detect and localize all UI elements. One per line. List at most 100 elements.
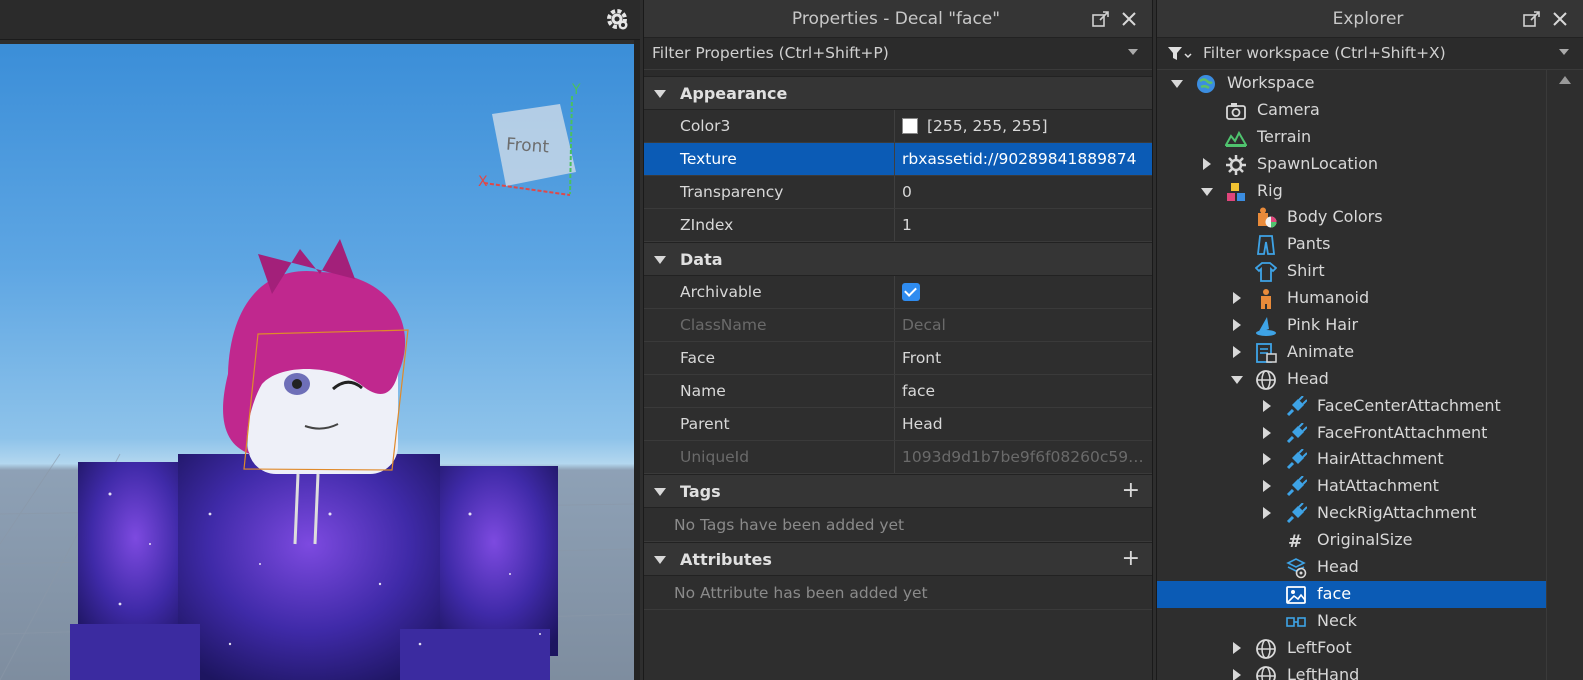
tree-item-camera[interactable]: Camera bbox=[1157, 97, 1546, 124]
color3-value-text: [255, 255, 255] bbox=[927, 117, 1048, 135]
property-row-texture[interactable]: Texture rbxassetid://90289841889874 bbox=[644, 143, 1152, 176]
tree-item-neckrigattachment[interactable]: NeckRigAttachment bbox=[1157, 500, 1546, 527]
property-row-archivable[interactable]: Archivable bbox=[644, 276, 1152, 309]
tree-item-spawnlocation[interactable]: SpawnLocation bbox=[1157, 151, 1546, 178]
body-colors-icon bbox=[1255, 207, 1277, 229]
property-name: Texture bbox=[680, 150, 737, 168]
properties-filter[interactable]: Filter Properties (Ctrl+Shift+P) bbox=[644, 38, 1152, 70]
3d-viewport[interactable]: Front X Y bbox=[0, 0, 640, 680]
chevron-down-icon[interactable] bbox=[1559, 49, 1569, 55]
tree-item-hatattachment[interactable]: HatAttachment bbox=[1157, 473, 1546, 500]
section-data[interactable]: Data bbox=[644, 242, 1152, 276]
tree-item-head[interactable]: Head bbox=[1157, 554, 1546, 581]
tree-item-hairattachment[interactable]: HairAttachment bbox=[1157, 446, 1546, 473]
undock-icon[interactable] bbox=[1092, 10, 1110, 28]
close-icon[interactable] bbox=[1120, 10, 1138, 28]
explorer-filter[interactable]: Filter workspace (Ctrl+Shift+X) bbox=[1157, 38, 1583, 70]
undock-icon[interactable] bbox=[1523, 10, 1541, 28]
property-value[interactable]: Front bbox=[902, 342, 1144, 375]
properties-panel: Properties - Decal "face" Filter Propert… bbox=[643, 0, 1153, 680]
tree-item-terrain[interactable]: Terrain bbox=[1157, 124, 1546, 151]
viewport-splitter[interactable] bbox=[634, 40, 640, 680]
attachment-icon bbox=[1285, 475, 1308, 498]
tree-item-workspace[interactable]: Workspace bbox=[1157, 70, 1546, 97]
expand-arrow-icon[interactable] bbox=[1261, 446, 1275, 472]
tree-item-label: Pants bbox=[1287, 234, 1331, 254]
property-row-name[interactable]: Name face bbox=[644, 375, 1152, 408]
tree-item-humanoid[interactable]: Humanoid bbox=[1157, 285, 1546, 312]
collapse-triangle-icon[interactable] bbox=[654, 256, 666, 264]
tree-item-leftfoot[interactable]: LeftFoot bbox=[1157, 635, 1546, 662]
property-value[interactable]: Head bbox=[902, 408, 1144, 441]
tree-item-pink-hair[interactable]: Pink Hair bbox=[1157, 312, 1546, 339]
property-name: Name bbox=[680, 382, 726, 400]
tree-item-pants[interactable]: Pants bbox=[1157, 231, 1546, 258]
explorer-filter-input[interactable]: Filter workspace (Ctrl+Shift+X) bbox=[1203, 38, 1446, 68]
viewport-scene[interactable]: Front X Y bbox=[0, 44, 634, 680]
attachment-icon bbox=[1285, 394, 1308, 418]
property-name: Face bbox=[680, 349, 716, 367]
section-tags[interactable]: Tags + bbox=[644, 474, 1152, 508]
tree-item-label: Animate bbox=[1287, 341, 1355, 361]
color-swatch[interactable] bbox=[902, 118, 918, 134]
svg-text:#: # bbox=[1288, 532, 1302, 552]
expand-arrow-icon[interactable] bbox=[1231, 662, 1245, 680]
tree-item-body-colors[interactable]: Body Colors bbox=[1157, 204, 1546, 231]
gear-icon[interactable] bbox=[604, 6, 630, 32]
chevron-down-icon[interactable] bbox=[1128, 49, 1138, 55]
add-tag-icon[interactable]: + bbox=[1122, 479, 1140, 503]
expand-arrow-icon[interactable] bbox=[1261, 473, 1275, 499]
close-icon[interactable] bbox=[1551, 10, 1569, 28]
explorer-scrollbar[interactable] bbox=[1546, 70, 1583, 680]
collapse-arrow-icon[interactable] bbox=[1171, 70, 1185, 96]
mesh-part-icon bbox=[1255, 638, 1277, 660]
collapse-arrow-icon[interactable] bbox=[1201, 178, 1215, 204]
expand-arrow-icon[interactable] bbox=[1231, 312, 1245, 338]
expand-arrow-icon[interactable] bbox=[1261, 420, 1275, 446]
filter-icon[interactable] bbox=[1167, 46, 1193, 62]
tree-item-originalsize[interactable]: # OriginalSize bbox=[1157, 527, 1546, 554]
section-appearance[interactable]: Appearance bbox=[644, 76, 1152, 110]
tree-item-rig[interactable]: Rig bbox=[1157, 178, 1546, 205]
collapse-arrow-icon[interactable] bbox=[1231, 366, 1245, 392]
property-row-transparency[interactable]: Transparency 0 bbox=[644, 176, 1152, 209]
properties-filter-input[interactable]: Filter Properties (Ctrl+Shift+P) bbox=[652, 38, 889, 68]
tree-item-animate[interactable]: Animate bbox=[1157, 339, 1546, 366]
tree-item-neck[interactable]: Neck bbox=[1157, 608, 1546, 635]
property-value[interactable]: 0 bbox=[902, 176, 1144, 209]
property-value[interactable] bbox=[902, 276, 1144, 309]
add-attribute-icon[interactable]: + bbox=[1122, 547, 1140, 571]
tree-item-shirt[interactable]: Shirt bbox=[1157, 258, 1546, 285]
scroll-up-icon[interactable] bbox=[1559, 76, 1571, 84]
expand-arrow-icon[interactable] bbox=[1231, 339, 1245, 365]
collapse-triangle-icon[interactable] bbox=[654, 488, 666, 496]
explorer-title-bar: Explorer bbox=[1157, 0, 1583, 38]
tree-item-lefthand[interactable]: LeftHand bbox=[1157, 662, 1546, 680]
collapse-triangle-icon[interactable] bbox=[654, 90, 666, 98]
property-row-color3[interactable]: Color3 [255, 255, 255] bbox=[644, 110, 1152, 143]
tree-item-facefrontattachment[interactable]: FaceFrontAttachment bbox=[1157, 420, 1546, 447]
property-row-parent[interactable]: Parent Head bbox=[644, 408, 1152, 441]
expand-arrow-icon[interactable] bbox=[1201, 151, 1215, 177]
tree-item-face[interactable]: face bbox=[1157, 580, 1546, 608]
property-value[interactable]: rbxassetid://90289841889874 bbox=[902, 143, 1144, 176]
tree-item-label: Terrain bbox=[1257, 126, 1312, 146]
collapse-triangle-icon[interactable] bbox=[654, 556, 666, 564]
property-name: ZIndex bbox=[680, 216, 734, 234]
tree-item-label: Shirt bbox=[1287, 261, 1325, 281]
property-name: UniqueId bbox=[680, 448, 750, 466]
expand-arrow-icon[interactable] bbox=[1231, 635, 1245, 661]
property-value[interactable]: [255, 255, 255] bbox=[902, 110, 1144, 143]
section-attributes[interactable]: Attributes + bbox=[644, 542, 1152, 576]
property-row-face[interactable]: Face Front bbox=[644, 342, 1152, 375]
expand-arrow-icon[interactable] bbox=[1261, 500, 1275, 526]
archivable-checkbox[interactable] bbox=[902, 283, 920, 301]
expand-arrow-icon[interactable] bbox=[1261, 393, 1275, 419]
tree-item-facecenterattachment[interactable]: FaceCenterAttachment bbox=[1157, 393, 1546, 420]
expand-arrow-icon[interactable] bbox=[1231, 285, 1245, 311]
property-value[interactable]: face bbox=[902, 375, 1144, 408]
property-row-zindex[interactable]: ZIndex 1 bbox=[644, 209, 1152, 242]
tree-item-label: Head bbox=[1287, 368, 1329, 388]
tree-item-head[interactable]: Head bbox=[1157, 366, 1546, 393]
property-value[interactable]: 1 bbox=[902, 209, 1144, 242]
